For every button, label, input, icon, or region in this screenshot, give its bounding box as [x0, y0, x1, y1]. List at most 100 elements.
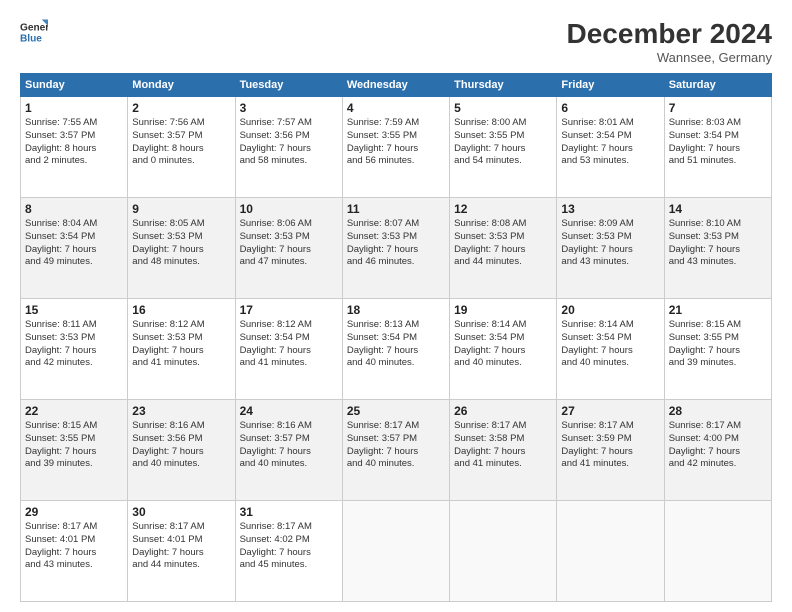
col-tuesday: Tuesday: [235, 74, 342, 97]
day-number: 27: [561, 404, 659, 418]
day-info: Sunrise: 7:57 AMSunset: 3:56 PMDaylight:…: [240, 117, 338, 168]
day-info: Sunrise: 8:03 AMSunset: 3:54 PMDaylight:…: [669, 117, 767, 168]
day-info: Sunrise: 8:07 AMSunset: 3:53 PMDaylight:…: [347, 218, 445, 269]
day-info: Sunrise: 8:17 AMSunset: 4:01 PMDaylight:…: [25, 521, 123, 572]
table-row: 26 Sunrise: 8:17 AMSunset: 3:58 PMDayligh…: [450, 400, 557, 501]
day-info: Sunrise: 8:16 AMSunset: 3:57 PMDaylight:…: [240, 420, 338, 471]
day-number: 13: [561, 202, 659, 216]
table-row: 5 Sunrise: 8:00 AMSunset: 3:55 PMDaylight…: [450, 97, 557, 198]
day-number: 6: [561, 101, 659, 115]
table-row: 14Sunrise: 8:10 AMSunset: 3:53 PMDayligh…: [664, 198, 771, 299]
day-info: Sunrise: 8:00 AMSunset: 3:55 PMDaylight:…: [454, 117, 552, 168]
day-number: 12: [454, 202, 552, 216]
day-info: Sunrise: 8:04 AMSunset: 3:54 PMDaylight:…: [25, 218, 123, 269]
day-number: 31: [240, 505, 338, 519]
col-friday: Friday: [557, 74, 664, 97]
day-number: 30: [132, 505, 230, 519]
day-number: 28: [669, 404, 767, 418]
table-row: 16 Sunrise: 8:12 AMSunset: 3:53 PMDayligh…: [128, 299, 235, 400]
col-monday: Monday: [128, 74, 235, 97]
table-row: [342, 501, 449, 602]
table-row: 27 Sunrise: 8:17 AMSunset: 3:59 PMDayligh…: [557, 400, 664, 501]
table-row: 8 Sunrise: 8:04 AMSunset: 3:54 PMDaylight…: [21, 198, 128, 299]
page: General Blue December 2024 Wannsee, Germ…: [0, 0, 792, 612]
day-number: 4: [347, 101, 445, 115]
col-sunday: Sunday: [21, 74, 128, 97]
col-thursday: Thursday: [450, 74, 557, 97]
day-number: 24: [240, 404, 338, 418]
day-number: 11: [347, 202, 445, 216]
day-info: Sunrise: 8:15 AMSunset: 3:55 PMDaylight:…: [25, 420, 123, 471]
day-info: Sunrise: 8:11 AMSunset: 3:53 PMDaylight:…: [25, 319, 123, 370]
table-row: 3 Sunrise: 7:57 AMSunset: 3:56 PMDaylight…: [235, 97, 342, 198]
day-info: Sunrise: 8:17 AMSunset: 3:58 PMDaylight:…: [454, 420, 552, 471]
table-row: 30 Sunrise: 8:17 AMSunset: 4:01 PMDayligh…: [128, 501, 235, 602]
day-number: 29: [25, 505, 123, 519]
day-number: 26: [454, 404, 552, 418]
day-number: 16: [132, 303, 230, 317]
day-number: 9: [132, 202, 230, 216]
day-number: 5: [454, 101, 552, 115]
table-row: 17Sunrise: 8:12 AMSunset: 3:54 PMDayligh…: [235, 299, 342, 400]
table-row: 11 Sunrise: 8:07 AMSunset: 3:53 PMDayligh…: [342, 198, 449, 299]
day-info: Sunrise: 8:14 AMSunset: 3:54 PMDaylight:…: [454, 319, 552, 370]
table-row: 31 Sunrise: 8:17 AMSunset: 4:02 PMDayligh…: [235, 501, 342, 602]
day-info: Sunrise: 8:09 AMSunset: 3:53 PMDaylight:…: [561, 218, 659, 269]
day-info: Sunrise: 8:17 AMSunset: 4:02 PMDaylight:…: [240, 521, 338, 572]
month-title: December 2024: [567, 18, 772, 50]
table-row: 9 Sunrise: 8:05 AMSunset: 3:53 PMDaylight…: [128, 198, 235, 299]
table-row: 7 Sunrise: 8:03 AMSunset: 3:54 PMDaylight…: [664, 97, 771, 198]
day-number: 10: [240, 202, 338, 216]
table-row: 25 Sunrise: 8:17 AMSunset: 3:57 PMDayligh…: [342, 400, 449, 501]
day-info: Sunrise: 8:01 AMSunset: 3:54 PMDaylight:…: [561, 117, 659, 168]
day-number: 23: [132, 404, 230, 418]
table-row: 6 Sunrise: 8:01 AMSunset: 3:54 PMDaylight…: [557, 97, 664, 198]
table-row: 15Sunrise: 8:11 AMSunset: 3:53 PMDayligh…: [21, 299, 128, 400]
header: General Blue December 2024 Wannsee, Germ…: [20, 18, 772, 65]
calendar-week-1: 1Sunrise: 7:55 AMSunset: 3:57 PMDaylight…: [21, 97, 772, 198]
svg-text:Blue: Blue: [20, 33, 42, 44]
day-info: Sunrise: 8:06 AMSunset: 3:53 PMDaylight:…: [240, 218, 338, 269]
day-info: Sunrise: 8:08 AMSunset: 3:53 PMDaylight:…: [454, 218, 552, 269]
day-info: Sunrise: 8:17 AMSunset: 3:59 PMDaylight:…: [561, 420, 659, 471]
day-info: Sunrise: 8:17 AMSunset: 4:01 PMDaylight:…: [132, 521, 230, 572]
calendar-week-5: 29 Sunrise: 8:17 AMSunset: 4:01 PMDayligh…: [21, 501, 772, 602]
table-row: 21Sunrise: 8:15 AMSunset: 3:55 PMDayligh…: [664, 299, 771, 400]
calendar-week-2: 8 Sunrise: 8:04 AMSunset: 3:54 PMDaylight…: [21, 198, 772, 299]
day-info: Sunrise: 7:55 AMSunset: 3:57 PMDaylight:…: [25, 117, 123, 168]
table-row: 1Sunrise: 7:55 AMSunset: 3:57 PMDaylight…: [21, 97, 128, 198]
day-info: Sunrise: 8:15 AMSunset: 3:55 PMDaylight:…: [669, 319, 767, 370]
day-info: Sunrise: 8:14 AMSunset: 3:54 PMDaylight:…: [561, 319, 659, 370]
day-number: 8: [25, 202, 123, 216]
day-number: 20: [561, 303, 659, 317]
day-number: 3: [240, 101, 338, 115]
day-info: Sunrise: 8:05 AMSunset: 3:53 PMDaylight:…: [132, 218, 230, 269]
table-row: 4 Sunrise: 7:59 AMSunset: 3:55 PMDaylight…: [342, 97, 449, 198]
col-wednesday: Wednesday: [342, 74, 449, 97]
calendar: Sunday Monday Tuesday Wednesday Thursday…: [20, 73, 772, 602]
table-row: 20 Sunrise: 8:14 AMSunset: 3:54 PMDayligh…: [557, 299, 664, 400]
table-row: [664, 501, 771, 602]
table-row: 29 Sunrise: 8:17 AMSunset: 4:01 PMDayligh…: [21, 501, 128, 602]
table-row: 19Sunrise: 8:14 AMSunset: 3:54 PMDayligh…: [450, 299, 557, 400]
day-number: 2: [132, 101, 230, 115]
day-info: Sunrise: 7:56 AMSunset: 3:57 PMDaylight:…: [132, 117, 230, 168]
header-row: Sunday Monday Tuesday Wednesday Thursday…: [21, 74, 772, 97]
day-number: 18: [347, 303, 445, 317]
day-number: 17: [240, 303, 338, 317]
day-number: 22: [25, 404, 123, 418]
calendar-week-3: 15Sunrise: 8:11 AMSunset: 3:53 PMDayligh…: [21, 299, 772, 400]
day-number: 25: [347, 404, 445, 418]
logo-icon: General Blue: [20, 18, 48, 46]
svg-text:General: General: [20, 22, 48, 33]
day-info: Sunrise: 8:16 AMSunset: 3:56 PMDaylight:…: [132, 420, 230, 471]
day-info: Sunrise: 8:17 AMSunset: 3:57 PMDaylight:…: [347, 420, 445, 471]
day-info: Sunrise: 7:59 AMSunset: 3:55 PMDaylight:…: [347, 117, 445, 168]
location: Wannsee, Germany: [567, 50, 772, 65]
day-number: 14: [669, 202, 767, 216]
table-row: 12 Sunrise: 8:08 AMSunset: 3:53 PMDayligh…: [450, 198, 557, 299]
table-row: 23 Sunrise: 8:16 AMSunset: 3:56 PMDayligh…: [128, 400, 235, 501]
table-row: [557, 501, 664, 602]
day-info: Sunrise: 8:12 AMSunset: 3:53 PMDaylight:…: [132, 319, 230, 370]
day-number: 7: [669, 101, 767, 115]
